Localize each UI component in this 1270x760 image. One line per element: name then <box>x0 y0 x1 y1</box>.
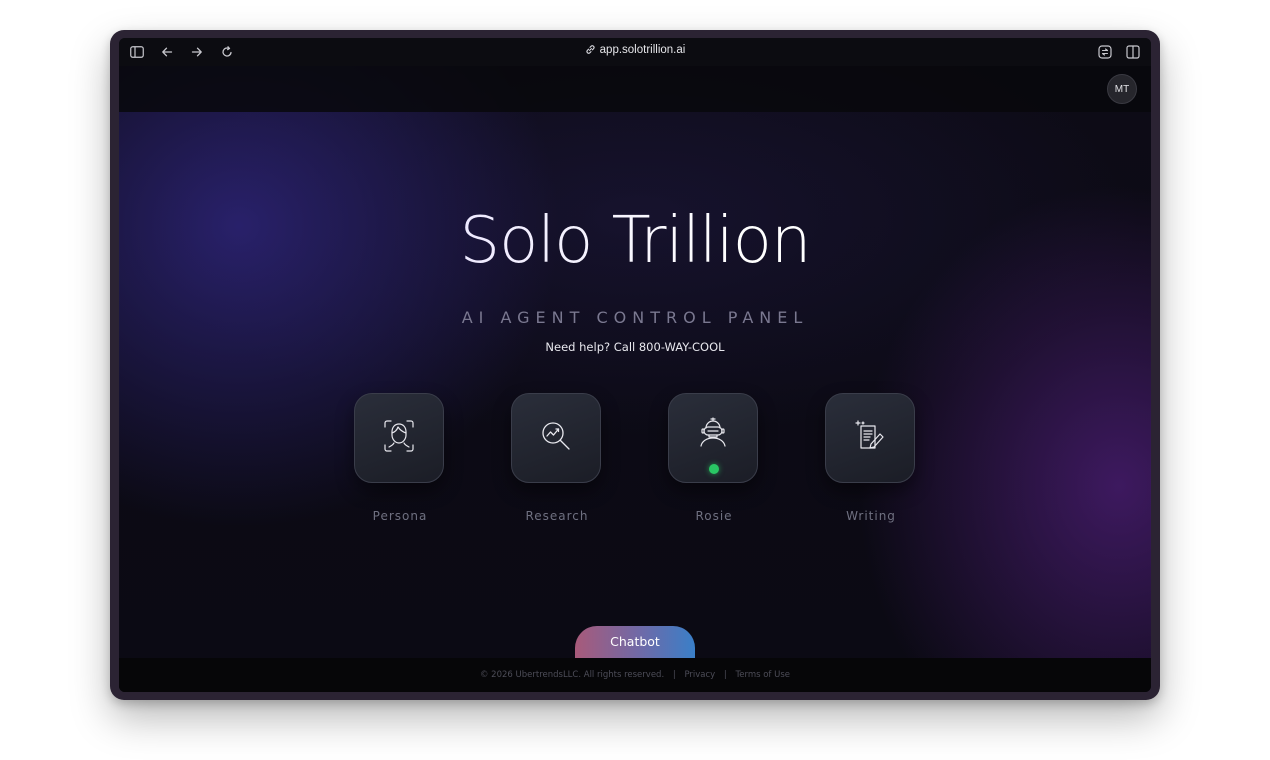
copyright-text: © 2026 UbertrendsLLC. All rights reserve… <box>479 670 665 680</box>
page-subtitle: AI AGENT CONTROL PANEL <box>461 308 809 327</box>
agent-label-rosie: Rosie <box>695 509 733 523</box>
split-view-icon[interactable] <box>1125 44 1141 60</box>
agent-tile-writing[interactable] <box>825 393 915 483</box>
privacy-link[interactable]: Privacy <box>684 670 715 680</box>
face-scan-icon <box>384 420 414 456</box>
terms-link[interactable]: Terms of Use <box>736 670 791 680</box>
browser-toolbar: app.solotrillion.ai <box>119 38 1151 67</box>
footer-separator: | <box>672 670 676 680</box>
agent-tile-persona[interactable] <box>354 393 444 483</box>
app-page: MT Solo Trillion AI AGENT CONTROL PANEL … <box>119 66 1151 692</box>
help-text: Need help? Call 800-WAY-COOL <box>545 340 725 354</box>
reader-mode-icon[interactable] <box>1097 44 1113 60</box>
browser-window: app.solotrillion.ai MT Solo Trillion AI … <box>119 38 1151 692</box>
url-text: app.solotrillion.ai <box>599 44 686 56</box>
agent-research: Research <box>511 393 603 523</box>
device-frame: app.solotrillion.ai MT Solo Trillion AI … <box>110 30 1160 700</box>
footer: © 2026 UbertrendsLLC. All rights reserve… <box>119 658 1151 692</box>
link-icon <box>585 44 596 58</box>
address-bar[interactable]: app.solotrillion.ai <box>119 44 1151 58</box>
agent-tile-rosie[interactable] <box>668 393 758 483</box>
agent-label-research: Research <box>525 509 589 523</box>
research-magnifier-icon <box>541 421 571 455</box>
agent-label-writing: Writing <box>846 509 896 523</box>
agent-tile-research[interactable] <box>511 393 601 483</box>
top-bar: MT <box>119 66 1151 112</box>
footer-separator: | <box>723 670 727 680</box>
agent-label-persona: Persona <box>372 509 428 523</box>
agent-writing: Writing <box>825 393 917 523</box>
agent-persona: Persona <box>354 393 446 523</box>
document-pen-icon <box>855 420 885 456</box>
avatar[interactable]: MT <box>1107 74 1137 104</box>
agent-rosie: Rosie <box>668 393 760 523</box>
page-title: Solo Trillion <box>119 206 1151 276</box>
status-online-indicator <box>709 464 719 474</box>
robot-icon <box>697 416 729 452</box>
